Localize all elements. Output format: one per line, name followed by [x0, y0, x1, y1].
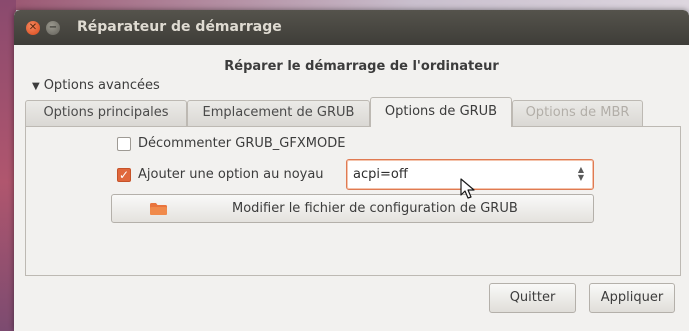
edit-grub-config-button[interactable]: Modifier le fichier de configuration de … — [111, 194, 594, 223]
combo-arrows-icon: ▲ ▼ — [577, 165, 584, 182]
page-title: Réparer le démarrage de l'ordinateur — [224, 59, 499, 74]
gfxmode-label[interactable]: Décommenter GRUB_GFXMODE — [138, 136, 345, 151]
window-title: Réparateur de démarrage — [77, 19, 282, 35]
close-icon[interactable]: ✕ — [26, 21, 40, 35]
tab-options-mbr: Options de MBR — [512, 100, 643, 126]
quit-button[interactable]: Quitter — [489, 283, 576, 313]
dialog-window: ✕ − Réparateur de démarrage Réparer le d… — [14, 10, 689, 331]
apply-button[interactable]: Appliquer — [589, 283, 675, 313]
kernel-option-label[interactable]: Ajouter une option au noyau — [138, 167, 324, 182]
tab-options-grub[interactable]: Options de GRUB — [370, 97, 512, 127]
gfxmode-checkbox[interactable] — [117, 137, 131, 151]
expander-arrow-icon: ▼ — [32, 81, 40, 92]
title-bar[interactable]: ✕ − Réparateur de démarrage — [14, 10, 689, 45]
tab-options-principales[interactable]: Options principales — [25, 100, 187, 126]
minimize-icon[interactable]: − — [46, 21, 60, 35]
advanced-options-expander[interactable]: ▼ Options avancées — [32, 78, 160, 93]
edit-grub-config-label: Modifier le fichier de configuration de … — [232, 201, 518, 216]
folder-icon — [150, 203, 167, 215]
desktop-background-top — [0, 0, 689, 10]
mouse-cursor-icon — [460, 178, 475, 199]
expander-label: Options avancées — [43, 78, 160, 93]
kernel-option-value: acpi=off — [353, 167, 408, 182]
tab-emplacement-grub[interactable]: Emplacement de GRUB — [187, 100, 370, 126]
kernel-option-checkbox[interactable]: ✓ — [117, 168, 131, 182]
